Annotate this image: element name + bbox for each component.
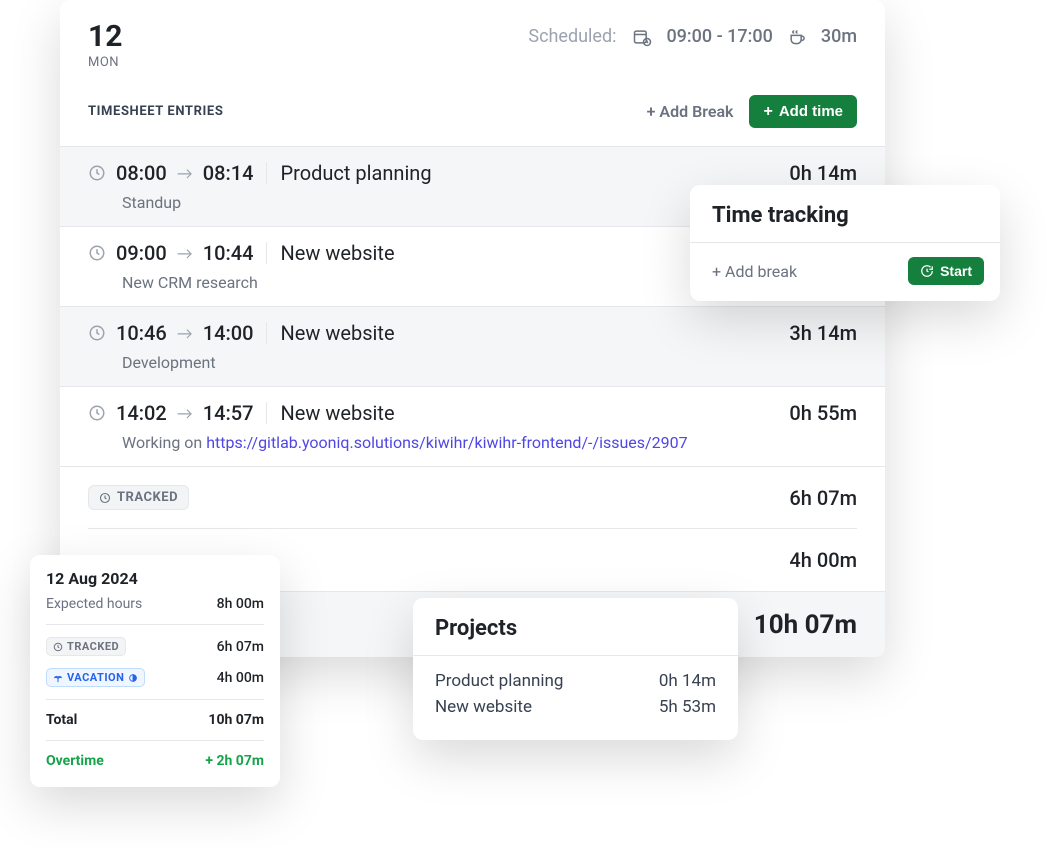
entry-project: New website bbox=[281, 401, 780, 425]
summary-tracked-row: TRACKED 6h 07m bbox=[88, 467, 857, 529]
day-summary-card: 12 Aug 2024 Expected hours 8h 00m TRACKE… bbox=[30, 555, 280, 787]
tracked-badge: TRACKED bbox=[46, 637, 126, 656]
entry-duration: 0h 14m bbox=[789, 161, 857, 185]
total-label: Total bbox=[46, 712, 77, 728]
palm-icon bbox=[53, 673, 63, 683]
timesheet-subheader: TIMESHEET ENTRIES + Add Break + Add time bbox=[60, 79, 885, 146]
vacation-badge: VACATION bbox=[46, 668, 145, 687]
start-button[interactable]: Start bbox=[908, 257, 984, 285]
entry-start: 08:00 bbox=[116, 161, 167, 185]
start-label: Start bbox=[940, 263, 972, 279]
clock-icon bbox=[99, 492, 111, 504]
entry-end: 10:44 bbox=[203, 241, 254, 265]
project-row: Product planning 0h 14m bbox=[435, 668, 716, 694]
plus-icon: + bbox=[763, 104, 772, 120]
entry-project: New website bbox=[281, 321, 780, 345]
timesheet-entry[interactable]: 14:02 → 14:57 New website 0h 55m Working… bbox=[60, 387, 885, 467]
projects-card: Projects Product planning 0h 14m New web… bbox=[413, 598, 738, 740]
arrow-right-icon: → bbox=[177, 404, 193, 423]
tracked-value: 6h 07m bbox=[217, 639, 264, 655]
half-circle-icon bbox=[128, 673, 138, 683]
add-break-link[interactable]: + Add break bbox=[712, 262, 797, 281]
entry-note: Working on https://gitlab.yooniq.solutio… bbox=[122, 433, 857, 452]
timesheet-header: 12 MON Scheduled: 09:00 - 17:00 30m bbox=[60, 0, 885, 79]
coffee-icon bbox=[787, 27, 807, 47]
tracked-value: 6h 07m bbox=[789, 486, 857, 510]
expected-hours-value: 8h 00m bbox=[217, 596, 264, 612]
add-time-label: Add time bbox=[779, 103, 843, 120]
date-block: 12 MON bbox=[88, 22, 122, 69]
clock-icon bbox=[53, 642, 63, 652]
project-value: 0h 14m bbox=[659, 671, 716, 691]
calendar-clock-icon bbox=[632, 27, 652, 47]
entry-start: 10:46 bbox=[116, 321, 167, 345]
expected-hours-label: Expected hours bbox=[46, 596, 142, 612]
overtime-value: + 2h 07m bbox=[205, 753, 264, 769]
entry-project: Product planning bbox=[281, 161, 780, 185]
schedule-info: Scheduled: 09:00 - 17:00 30m bbox=[528, 26, 857, 47]
time-tracking-title: Time tracking bbox=[690, 185, 1000, 242]
add-break-link[interactable]: + Add Break bbox=[647, 102, 734, 121]
timesheet-entry[interactable]: 10:46 → 14:00 New website 3h 14m Develop… bbox=[60, 307, 885, 387]
entry-end: 14:57 bbox=[203, 401, 254, 425]
day-summary-title: 12 Aug 2024 bbox=[46, 569, 264, 588]
entry-start: 14:02 bbox=[116, 401, 167, 425]
entry-note-prefix: Working on bbox=[122, 433, 206, 452]
entry-end: 14:00 bbox=[203, 321, 254, 345]
refresh-clock-icon bbox=[920, 264, 934, 278]
scheduled-label: Scheduled: bbox=[528, 26, 616, 47]
separator bbox=[266, 322, 267, 344]
total-value: 10h 07m bbox=[208, 712, 264, 728]
arrow-right-icon: → bbox=[177, 244, 193, 263]
arrow-right-icon: → bbox=[177, 164, 193, 183]
day-number: 12 bbox=[88, 22, 122, 52]
entry-end: 08:14 bbox=[203, 161, 254, 185]
vacation-value: 4h 00m bbox=[217, 670, 264, 686]
summary-row2-value: 4h 00m bbox=[789, 548, 857, 572]
overtime-label: Overtime bbox=[46, 753, 104, 769]
total-value: 10h 07m bbox=[754, 610, 857, 640]
day-of-week: MON bbox=[88, 56, 122, 69]
clock-icon bbox=[88, 404, 106, 422]
entry-duration: 3h 14m bbox=[789, 321, 857, 345]
project-name: New website bbox=[435, 697, 532, 717]
tracked-label: TRACKED bbox=[117, 490, 178, 505]
entry-note-link[interactable]: https://gitlab.yooniq.solutions/kiwihr/k… bbox=[206, 433, 687, 452]
separator bbox=[266, 162, 267, 184]
project-value: 5h 53m bbox=[659, 697, 716, 717]
separator bbox=[266, 402, 267, 424]
time-tracking-card: Time tracking + Add break Start bbox=[690, 185, 1000, 301]
tracked-badge: TRACKED bbox=[88, 485, 189, 510]
projects-title: Projects bbox=[435, 616, 716, 641]
tracked-label: TRACKED bbox=[67, 640, 119, 653]
break-duration: 30m bbox=[821, 26, 857, 47]
separator bbox=[266, 242, 267, 264]
project-row: New website 5h 53m bbox=[435, 694, 716, 720]
schedule-hours: 09:00 - 17:00 bbox=[666, 26, 772, 47]
project-name: Product planning bbox=[435, 671, 563, 691]
vacation-label: VACATION bbox=[67, 671, 124, 684]
section-title: TIMESHEET ENTRIES bbox=[88, 104, 223, 119]
add-time-button[interactable]: + Add time bbox=[749, 95, 857, 128]
entry-duration: 0h 55m bbox=[789, 401, 857, 425]
entry-note: Development bbox=[122, 353, 857, 372]
header-actions: + Add Break + Add time bbox=[647, 95, 857, 128]
clock-icon bbox=[88, 164, 106, 182]
arrow-right-icon: → bbox=[177, 324, 193, 343]
entry-start: 09:00 bbox=[116, 241, 167, 265]
clock-icon bbox=[88, 324, 106, 342]
clock-icon bbox=[88, 244, 106, 262]
